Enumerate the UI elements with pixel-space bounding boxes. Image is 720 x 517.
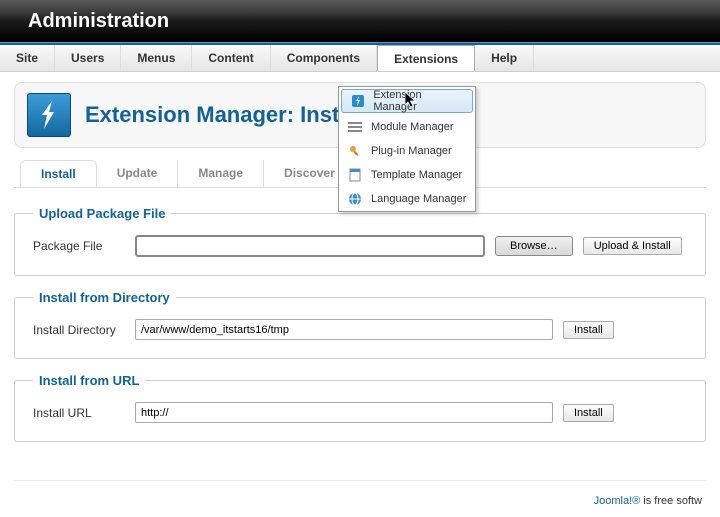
menu-users[interactable]: Users [55, 45, 121, 71]
menu-site[interactable]: Site [0, 45, 55, 71]
tab-install[interactable]: Install [20, 160, 97, 187]
globe-icon [347, 191, 363, 207]
directory-legend: Install from Directory [33, 290, 176, 305]
lines-icon [347, 119, 363, 135]
menu-menus[interactable]: Menus [121, 45, 192, 71]
doc-icon [347, 167, 363, 183]
extensions-dropdown: Extension Manager Module Manager Plug-in… [338, 86, 476, 212]
directory-fieldset: Install from Directory Install Directory… [14, 290, 706, 359]
dropdown-extension-manager[interactable]: Extension Manager [341, 89, 473, 113]
tab-manage[interactable]: Manage [178, 160, 264, 187]
pin-icon [347, 143, 363, 159]
dropdown-label: Language Manager [371, 193, 466, 205]
joomla-link[interactable]: Joomla!® [594, 495, 641, 507]
upload-legend: Upload Package File [33, 206, 171, 221]
install-url-button[interactable]: Install [563, 404, 614, 422]
bolt-icon [27, 93, 71, 137]
tab-update[interactable]: Update [97, 160, 179, 187]
menu-extensions[interactable]: Extensions [377, 45, 475, 71]
package-file-input[interactable] [135, 235, 485, 257]
upload-fieldset: Upload Package File Package File Browse…… [14, 206, 706, 276]
install-directory-input[interactable] [135, 319, 553, 340]
dropdown-label: Module Manager [371, 121, 454, 133]
dropdown-label: Template Manager [371, 169, 462, 181]
dropdown-plugin-manager[interactable]: Plug-in Manager [339, 139, 475, 163]
admin-title: Administration [28, 0, 720, 42]
dropdown-module-manager[interactable]: Module Manager [339, 115, 475, 139]
admin-header: Administration [0, 0, 720, 42]
upload-install-button[interactable]: Upload & Install [583, 237, 682, 255]
menu-help[interactable]: Help [475, 45, 534, 71]
browse-button[interactable]: Browse… [495, 236, 573, 256]
menu-content[interactable]: Content [192, 45, 270, 71]
dropdown-template-manager[interactable]: Template Manager [339, 163, 475, 187]
url-fieldset: Install from URL Install URL Install [14, 373, 706, 442]
main-menubar: Site Users Menus Content Components Exte… [0, 45, 720, 72]
menu-components[interactable]: Components [271, 45, 377, 71]
bolt-icon [350, 93, 365, 109]
url-legend: Install from URL [33, 373, 145, 388]
package-file-label: Package File [33, 239, 125, 253]
install-directory-label: Install Directory [33, 323, 125, 337]
page-title: Extension Manager: Install [85, 102, 364, 128]
install-directory-button[interactable]: Install [563, 321, 614, 339]
dropdown-label: Plug-in Manager [371, 145, 452, 157]
install-url-input[interactable] [135, 402, 553, 423]
footer: Joomla!® is free softw [14, 480, 706, 511]
dropdown-language-manager[interactable]: Language Manager [339, 187, 475, 211]
dropdown-label: Extension Manager [373, 89, 464, 113]
install-url-label: Install URL [33, 406, 125, 420]
footer-text: is free softw [640, 495, 702, 507]
